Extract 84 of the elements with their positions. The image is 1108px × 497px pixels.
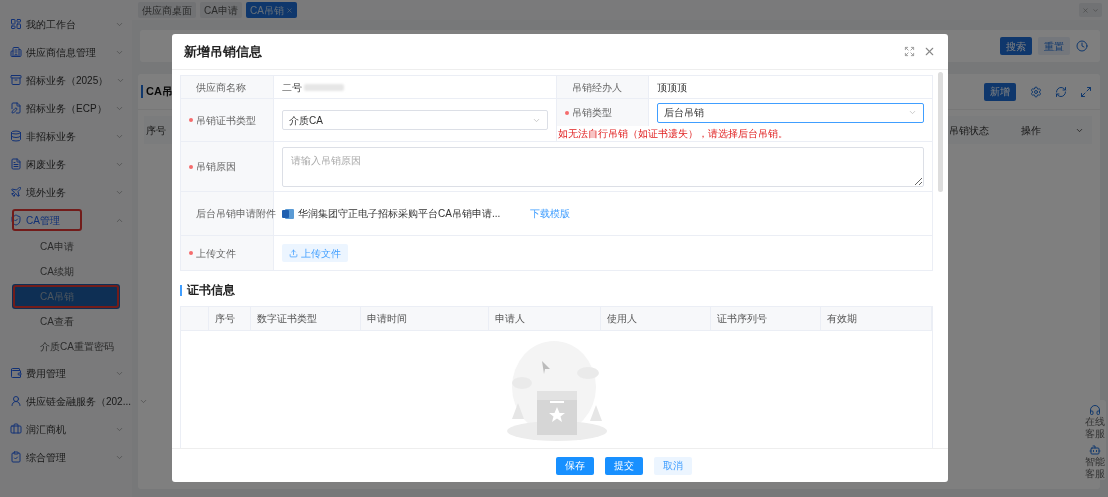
database-icon — [10, 130, 22, 142]
sidebar-subitem[interactable]: 介质CA重置密码 — [12, 334, 120, 359]
column-header: 申请时间 — [361, 307, 489, 330]
section-title: 证书信息 — [187, 282, 235, 299]
close-icon[interactable] — [923, 45, 936, 58]
field-value: 二号 — [282, 80, 302, 95]
sidebar-item[interactable]: 费用管理 — [26, 365, 66, 381]
chevron-down-icon[interactable] — [1092, 6, 1099, 14]
archive-icon — [10, 74, 22, 86]
close-icon[interactable] — [1082, 6, 1089, 14]
column-header: 有效期 — [821, 307, 932, 330]
column-header: 证书序列号 — [711, 307, 821, 330]
briefcase-icon — [10, 423, 22, 435]
hint-text: 如无法自行吊销（如证书遗失），请选择后台吊销。 — [557, 127, 789, 141]
plane-icon — [10, 186, 22, 198]
dialog-button[interactable]: 取消 — [654, 456, 692, 475]
field-label: 吊销类型 — [572, 106, 612, 120]
add-button[interactable]: 新增 — [984, 82, 1016, 101]
column-header: 操作 — [1020, 123, 1042, 138]
column-header: 使用人 — [601, 307, 711, 330]
building-icon — [10, 46, 22, 58]
chevron-down-icon — [908, 108, 917, 117]
redaction-block — [304, 83, 344, 91]
reason-field[interactable]: 请输入吊销原因 — [282, 146, 924, 187]
page-tab[interactable]: CA吊销 — [245, 2, 297, 18]
file-edit-icon — [10, 102, 22, 114]
upload-icon — [289, 248, 298, 258]
headset-icon[interactable] — [1089, 404, 1101, 416]
upload-button[interactable]: 上传文件 — [282, 244, 348, 262]
document-icon — [10, 158, 22, 170]
sidebar-item[interactable]: 闲废业务 — [26, 156, 66, 172]
sidebar-subitem[interactable]: CA续期 — [12, 259, 120, 284]
search-panel-button[interactable]: 重置 — [1038, 37, 1070, 55]
wallet-icon — [10, 367, 22, 379]
page-tab[interactable]: CA申请 — [200, 2, 242, 18]
column-header: 申请人 — [489, 307, 601, 330]
column-header: 序号 — [146, 123, 166, 138]
clipboard-icon — [10, 451, 22, 463]
field-label: 上传文件 — [196, 246, 236, 261]
widget-label[interactable]: 智能客服 — [1085, 456, 1105, 480]
select-field[interactable]: 后台吊销 — [657, 102, 924, 123]
sidebar-item[interactable]: 供应商信息管理 — [26, 44, 96, 60]
file-name: 华润集团守正电子招标采购平台CA吊销申请... — [298, 207, 501, 221]
search-panel-button[interactable]: 搜索 — [1000, 37, 1032, 55]
sidebar-item[interactable]: CA管理 — [26, 212, 60, 228]
sidebar-item[interactable]: 润汇商机 — [26, 421, 66, 437]
column-header: 数字证书类型 — [251, 307, 361, 330]
field-label: 吊销证书类型 — [196, 113, 256, 128]
sidebar-item[interactable]: 我的工作台 — [26, 16, 76, 32]
expand-icon[interactable] — [1080, 85, 1092, 98]
sidebar-subitem[interactable]: CA申请 — [12, 234, 120, 259]
scrollbar[interactable] — [938, 72, 943, 192]
sidebar-item[interactable]: 境外业务 — [26, 184, 66, 200]
sidebar-subitem[interactable]: CA查看 — [12, 309, 120, 334]
column-header: 吊销状态 — [949, 123, 990, 138]
page-tab[interactable]: 供应商桌面 — [138, 2, 196, 18]
widget-label[interactable]: 在线客服 — [1085, 416, 1105, 440]
sidebar-item[interactable]: 招标业务（ECP） — [26, 100, 107, 116]
dialog-button[interactable]: 提交 — [605, 456, 643, 475]
panel-title: CA吊 — [146, 84, 173, 100]
clock-icon[interactable] — [1076, 40, 1088, 52]
field-label: 后台吊销申请附件 — [196, 207, 276, 221]
refresh-icon[interactable] — [1055, 85, 1067, 98]
sidebar-item[interactable]: 综合管理 — [26, 449, 66, 465]
sidebar-item[interactable]: 供应链金融服务（202... — [26, 393, 132, 409]
user-icon — [10, 395, 22, 407]
field-label: 吊销经办人 — [572, 80, 622, 95]
robot-icon[interactable] — [1089, 444, 1101, 456]
settings-icon[interactable] — [1030, 85, 1042, 98]
field-value: 顶顶顶 — [657, 80, 687, 95]
close-icon[interactable] — [285, 6, 293, 14]
dialog-button[interactable]: 保存 — [556, 456, 594, 475]
field-label: 吊销原因 — [196, 160, 236, 174]
modal-title: 新增吊销信息 — [184, 42, 262, 61]
field-label: 供应商名称 — [196, 80, 246, 95]
download-link[interactable]: 下载模版 — [530, 206, 571, 221]
sidebar-item[interactable]: 招标业务（2025） — [26, 72, 109, 88]
column-header: 序号 — [209, 307, 251, 330]
select-field[interactable]: 介质CA — [282, 110, 548, 130]
fullscreen-icon[interactable] — [904, 46, 915, 57]
shield-icon — [10, 214, 22, 226]
sidebar-item[interactable]: 非招标业务 — [26, 128, 76, 144]
word-file-icon — [282, 207, 294, 220]
dashboard-icon — [10, 18, 22, 30]
